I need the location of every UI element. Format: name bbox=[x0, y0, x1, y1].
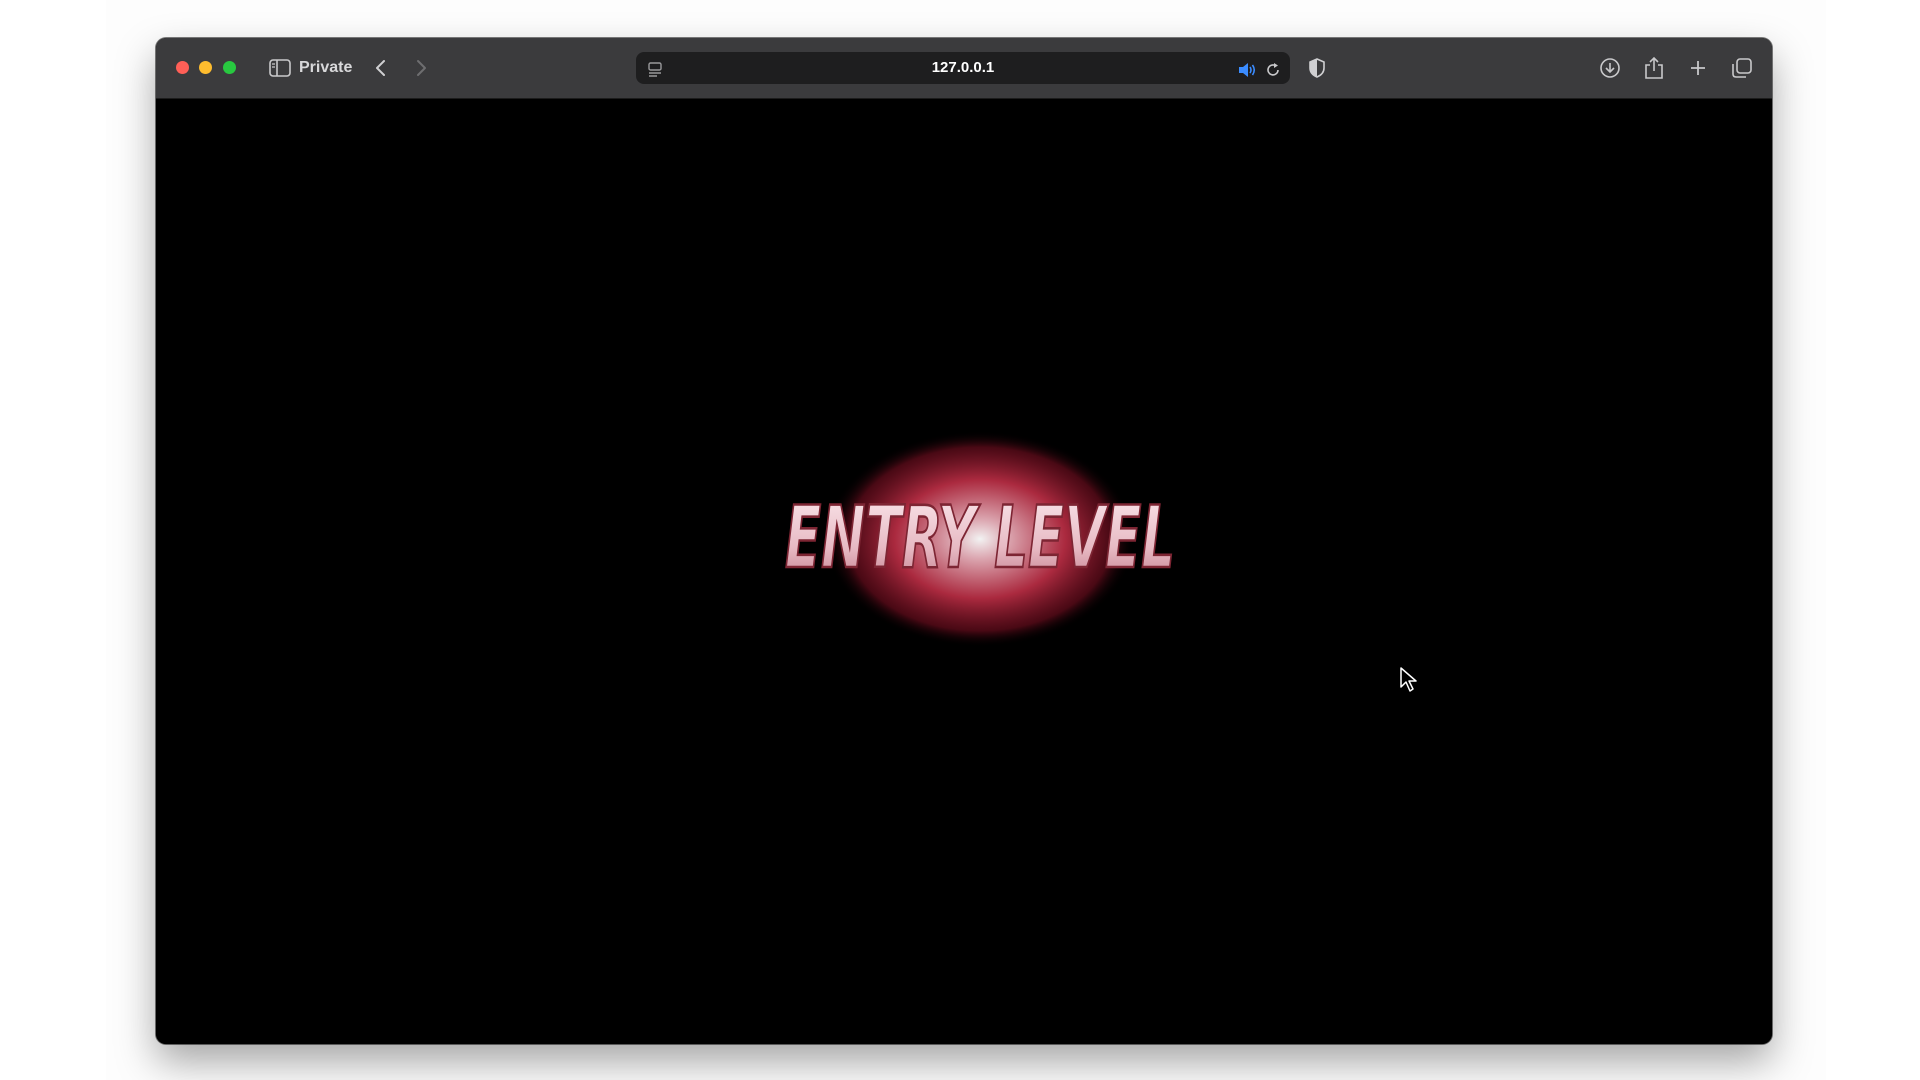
private-mode-label: Private bbox=[299, 59, 353, 76]
download-icon[interactable] bbox=[1598, 54, 1622, 82]
tabs-overview-icon[interactable] bbox=[1730, 54, 1754, 82]
logo-text: ENTRY LEVEL bbox=[785, 488, 1175, 588]
browser-toolbar: Private 127.0.0.1 bbox=[156, 38, 1772, 99]
browser-window: Private 127.0.0.1 ENTRY LEVEL bbox=[156, 38, 1772, 1044]
page-content: ENTRY LEVEL bbox=[156, 99, 1772, 1044]
close-window-button[interactable] bbox=[176, 61, 189, 74]
address-bar[interactable]: 127.0.0.1 bbox=[636, 52, 1290, 84]
minimize-window-button[interactable] bbox=[199, 61, 212, 74]
entry-level-logo[interactable]: ENTRY LEVEL bbox=[770, 429, 1190, 649]
chevron-right-icon[interactable] bbox=[410, 54, 432, 82]
sidebar-toggle-icon[interactable] bbox=[268, 54, 292, 82]
url-text[interactable]: 127.0.0.1 bbox=[636, 59, 1290, 76]
share-icon[interactable] bbox=[1642, 54, 1666, 82]
mouse-cursor-icon bbox=[1400, 667, 1418, 698]
zoom-window-button[interactable] bbox=[223, 61, 236, 74]
privacy-shield-icon[interactable] bbox=[1306, 54, 1328, 82]
plus-icon[interactable] bbox=[1686, 54, 1710, 82]
reload-icon[interactable] bbox=[1262, 56, 1284, 84]
speaker-icon[interactable] bbox=[1236, 56, 1258, 84]
chevron-left-icon[interactable] bbox=[370, 54, 392, 82]
